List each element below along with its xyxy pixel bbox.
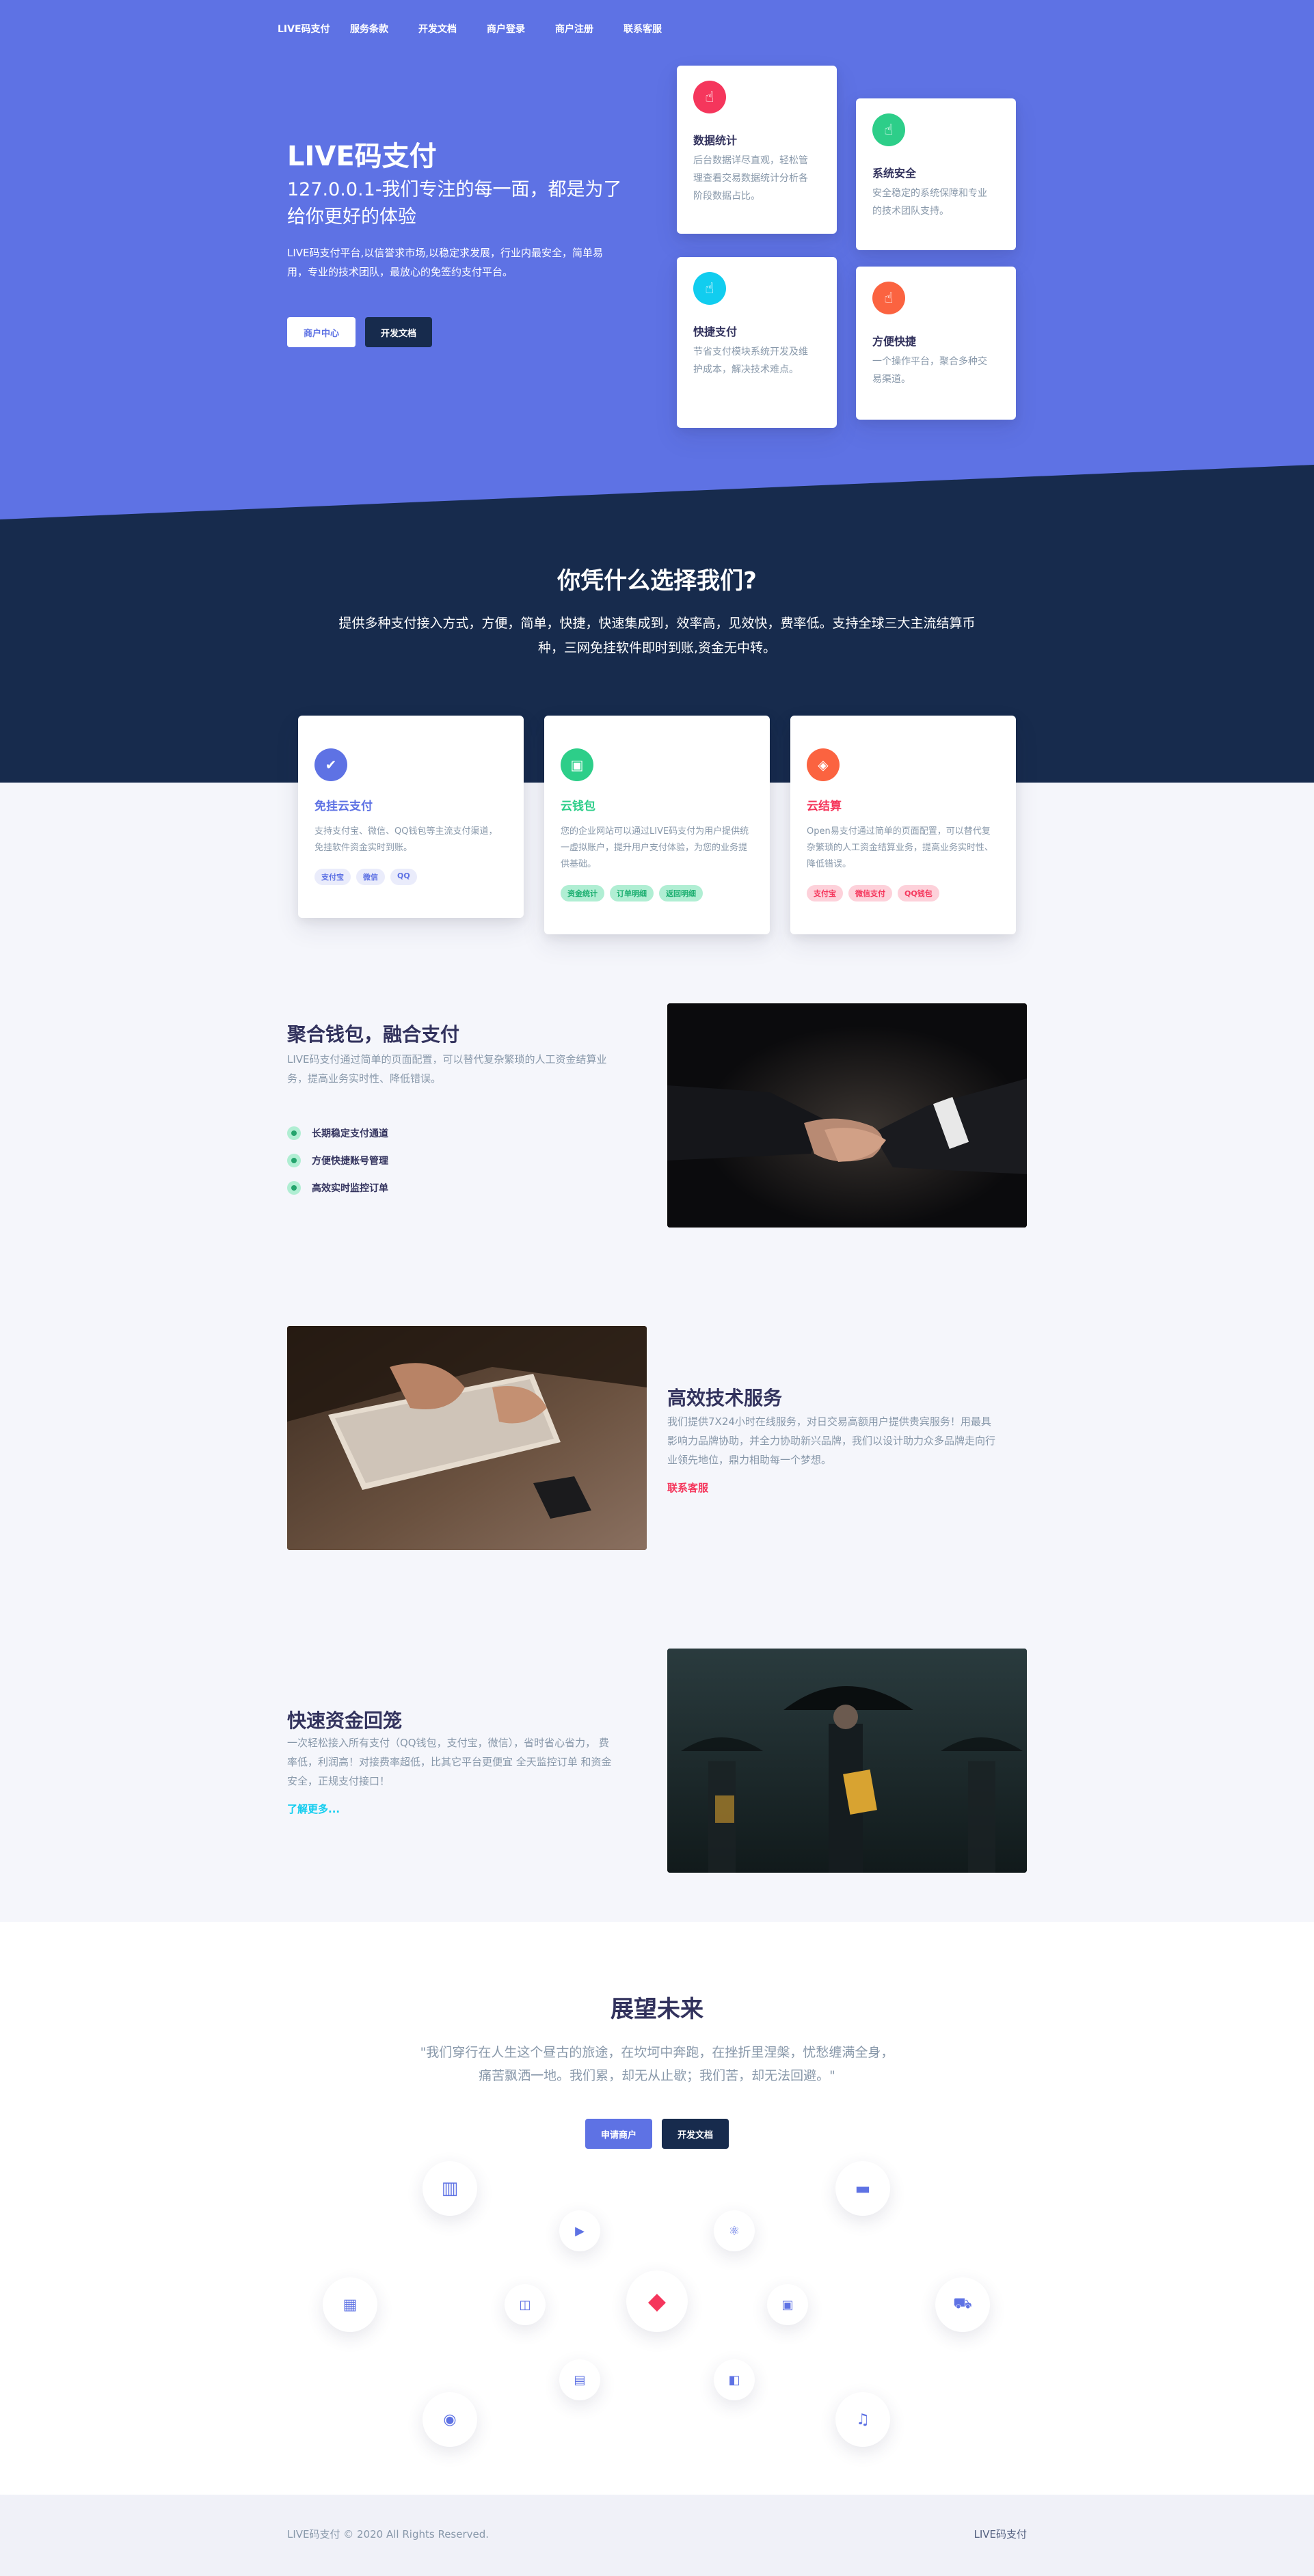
feature-check-item: 长期稳定支付通道 (287, 1126, 388, 1140)
nav-item-docs[interactable]: 开发文档 (418, 22, 457, 36)
hero-description: LIVE码支付平台,以信誉求市场,以稳定求发展，行业内最安全，简单易用，专业的技… (287, 247, 604, 278)
briefcase-icon: ◫ (505, 2284, 546, 2325)
tag-icon: ◈ (807, 748, 840, 781)
product-title: 云钱包 (561, 800, 595, 813)
check-dot-icon (287, 1181, 301, 1195)
feature-card-fastpay: ☝ 快捷支付 节省支付模块系统开发及维护成本，解决技术难点。 (677, 257, 837, 428)
tag: 返回明细 (659, 885, 703, 901)
cart-icon: ⛟ (935, 2277, 990, 2332)
feature-check-item: 高效实时监控订单 (287, 1181, 388, 1195)
product-card-cloudpay: ✔ 免挂云支付 支持支付宝、微信、QQ钱包等主流支付渠道，免挂软件资金实时到账。… (298, 716, 524, 918)
product-card-wallet: ▣ 云钱包 您的企业网站可以通过LIVE码支付为用户提供统一虚拟账户，提升用户支… (544, 716, 770, 934)
umbrella-photo (667, 1649, 1027, 1873)
credit-card-icon: ▬ (835, 2161, 890, 2216)
nav-item-terms[interactable]: 服务条款 (350, 22, 388, 36)
feature-title: 数据统计 (693, 134, 738, 147)
tag: QQ (390, 869, 417, 885)
why-description: 提供多种支付接入方式，方便，简单，快捷，快速集成到，效率高，见效快，费率低。支持… (338, 616, 976, 655)
learn-more-link[interactable]: 了解更多... (287, 1802, 340, 1816)
product-card-settlement: ◈ 云结算 Open易支付通过简单的页面配置，可以替代复杂繁琐的人工资金结算业务… (790, 716, 1016, 934)
future-title: 展望未来 (611, 1996, 703, 2023)
feature-card-stats: ☝ 数据统计 后台数据详尽直观，轻松管理查看交易数据统计分析各阶段数据占比。 (677, 66, 837, 234)
feature-title: 快捷支付 (693, 325, 738, 338)
product-title: 免挂云支付 (314, 800, 373, 813)
merchant-center-button[interactable]: 商户中心 (287, 317, 356, 347)
tag: 微信 (356, 869, 385, 885)
product-tags: 支付宝 微信 QQ (314, 869, 417, 885)
diamond-icon: ◆ (626, 2270, 688, 2332)
nav-item-register[interactable]: 商户注册 (555, 22, 593, 36)
feature-card-convenient: ☝ 方便快捷 一个操作平台，聚合多种交易渠道。 (856, 267, 1016, 420)
product-title: 云结算 (807, 800, 842, 813)
hand-point-icon: ☝ (872, 282, 905, 314)
box-icon: ◧ (714, 2359, 755, 2400)
feature-card-security: ☝ 系统安全 安全稳定的系统保障和专业的技术团队支持。 (856, 98, 1016, 250)
feature-desc: 节省支付模块系统开发及维护成本，解决技术难点。 (693, 347, 808, 375)
hero-subtitle: 127.0.0.1-我们专注的每一面，都是为了给你更好的体验 (287, 179, 622, 228)
building-icon: ▤ (559, 2359, 600, 2400)
section3-description: 一次轻松接入所有支付（QQ钱包，支付宝，微信），省时省心省力， 费率低，利润高！… (287, 1737, 612, 1787)
tag: 资金统计 (561, 885, 604, 901)
why-title: 你凭什么选择我们? (557, 567, 757, 595)
footer-brand-link[interactable]: LIVE码支付 (974, 2527, 1027, 2541)
tag: 订单明细 (610, 885, 654, 901)
section1-description: LIVE码支付通过简单的页面配置，可以替代复杂繁琐的人工资金结算业务，提高业务实… (287, 1053, 607, 1085)
dev-docs-button[interactable]: 开发文档 (365, 317, 432, 347)
hand-point-icon: ☝ (693, 81, 726, 113)
hand-point-icon: ☝ (872, 113, 905, 146)
handshake-photo (667, 1003, 1027, 1228)
tag: QQ钱包 (898, 885, 939, 901)
section3-title: 快速资金回笼 (287, 1709, 403, 1732)
tag: 支付宝 (807, 885, 843, 901)
section2-description: 我们提供7X24小时在线服务，对日交易高额用户提供贵宾服务！用最具影响力品牌协助… (667, 1415, 996, 1466)
section1-title: 聚合钱包，融合支付 (287, 1023, 460, 1046)
contact-support-link[interactable]: 联系客服 (667, 1480, 708, 1495)
future-dev-docs-button[interactable]: 开发文档 (662, 2119, 729, 2149)
product-desc: Open易支付通过简单的页面配置，可以替代复杂繁琐的人工资金结算业务，提高业务实… (807, 826, 994, 869)
section2-title: 高效技术服务 (667, 1387, 783, 1409)
camera-icon: ◉ (423, 2392, 477, 2447)
footer-copyright: LIVE码支付 © 2020 All Rights Reserved. (287, 2528, 490, 2540)
nav-item-login[interactable]: 商户登录 (487, 22, 525, 36)
tag: 微信支付 (848, 885, 892, 901)
wallet-icon: ▣ (561, 748, 593, 781)
hero-section (0, 0, 1314, 519)
check-dot-icon (287, 1154, 301, 1167)
check-dot-icon (287, 1126, 301, 1140)
play-icon: ▶ (559, 2210, 600, 2251)
feature-desc: 安全稳定的系统保障和专业的技术团队支持。 (872, 188, 987, 217)
calendar-icon: ▦ (323, 2277, 377, 2332)
feature-check-item: 方便快捷账号管理 (287, 1154, 388, 1167)
hand-point-icon: ☝ (693, 272, 726, 305)
image-icon: ▣ (767, 2284, 808, 2325)
feature-desc: 后台数据详尽直观，轻松管理查看交易数据统计分析各阶段数据占比。 (693, 155, 808, 202)
product-tags: 资金统计 订单明细 返回明细 (561, 885, 703, 901)
product-tags: 支付宝 微信支付 QQ钱包 (807, 885, 939, 901)
feature-title: 方便快捷 (872, 335, 917, 348)
nav-brand[interactable]: LIVE码支付 (278, 22, 330, 36)
bar-chart-icon: ▥ (423, 2161, 477, 2216)
tablet-photo (287, 1326, 647, 1550)
feature-desc: 一个操作平台，聚合多种交易渠道。 (872, 356, 987, 385)
hero-title: LIVE码支付 (287, 141, 437, 172)
product-desc: 支持支付宝、微信、QQ钱包等主流支付渠道，免挂软件资金实时到账。 (314, 826, 498, 853)
atom-icon: ⚛ (714, 2210, 755, 2251)
future-quote: "我们穿行在人生这个昼古的旅途，在坎坷中奔跑，在挫折里涅槃，忧愁缠满全身，痛苦飘… (420, 2045, 894, 2083)
nav-item-support[interactable]: 联系客服 (624, 22, 662, 36)
feature-title: 系统安全 (872, 167, 917, 180)
apply-merchant-button[interactable]: 申请商户 (585, 2119, 652, 2149)
bell-icon: ♫ (835, 2392, 890, 2447)
tag: 支付宝 (314, 869, 351, 885)
check-icon: ✔ (314, 748, 347, 781)
footer (0, 2495, 1314, 2576)
product-desc: 您的企业网站可以通过LIVE码支付为用户提供统一虚拟账户，提升用户支付体验，为您… (561, 826, 749, 869)
